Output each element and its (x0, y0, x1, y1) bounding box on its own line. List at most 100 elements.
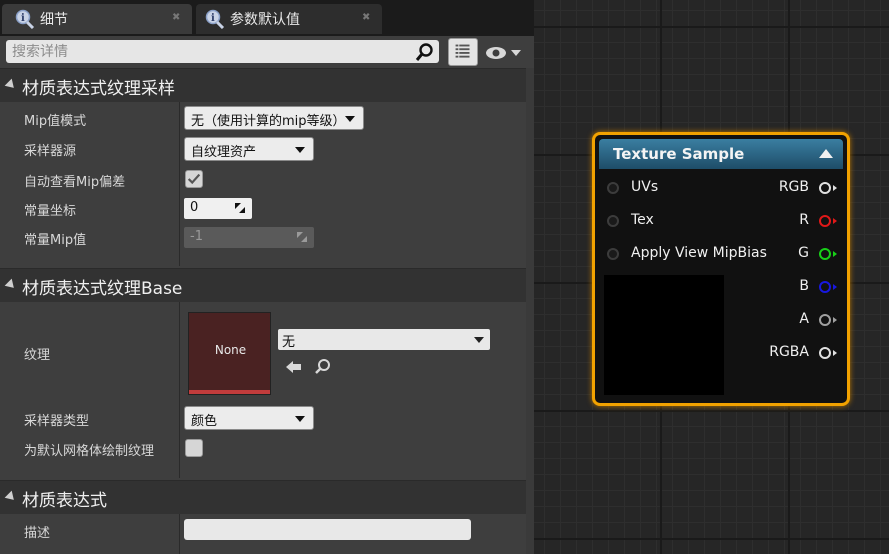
output-pin-b[interactable]: B (757, 278, 837, 298)
drag-handle-icon (235, 203, 245, 213)
search-box (6, 40, 439, 63)
property-row: 为默认网格体绘制纹理 (0, 434, 526, 464)
category-texture-base[interactable]: 材质表达式纹理Base (0, 268, 526, 302)
thumbnail-label: None (214, 343, 247, 357)
pin-arrow-icon (833, 317, 837, 323)
node-header[interactable]: Texture Sample (599, 139, 843, 169)
pin-circle-icon (819, 248, 831, 260)
pin-label: G (798, 245, 809, 261)
property-label: 纹理 (24, 348, 51, 363)
collapse-arrow-icon (4, 490, 18, 504)
svg-text:i: i (21, 13, 25, 24)
collapse-arrow-icon (4, 278, 18, 292)
combo-value: 自纹理资产 (191, 145, 257, 160)
drag-handle-icon (297, 232, 307, 242)
auto-mip-bias-checkbox[interactable] (185, 170, 203, 188)
pin-label: Tex (631, 212, 654, 228)
pin-circle-icon (819, 347, 831, 359)
const-coordinate-input[interactable]: 0 (184, 198, 252, 219)
const-mip-input[interactable]: -1 (184, 227, 314, 248)
category-material-expression[interactable]: 材质表达式 (0, 480, 526, 514)
close-icon[interactable]: ✖ (172, 12, 180, 23)
tab-details[interactable]: i 细节 ✖ (2, 4, 192, 34)
property-label: 自动查看Mip偏差 (24, 175, 126, 190)
output-pin-g[interactable]: G (757, 245, 837, 265)
property-label: 常量坐标 (24, 204, 77, 219)
property-label: 采样器源 (24, 144, 77, 159)
pin-circle-icon (607, 248, 619, 260)
eye-icon (486, 47, 521, 59)
pin-circle-icon (607, 215, 619, 227)
sampler-source-combo[interactable]: 自纹理资产 (184, 137, 314, 161)
dropdown-arrow-icon (474, 337, 484, 343)
pin-circle-icon (819, 215, 831, 227)
number-value: 0 (190, 200, 199, 215)
pin-label: A (799, 311, 809, 327)
pin-circle-icon (819, 281, 831, 293)
node-title: Texture Sample (613, 145, 745, 163)
pin-circle-icon (819, 314, 831, 326)
pin-arrow-icon (833, 218, 837, 224)
tab-parameter-defaults-label: 参数默认值 (230, 12, 300, 28)
pin-label: Apply View MipBias (631, 245, 767, 261)
search-input[interactable] (12, 40, 412, 63)
category-texture-sample[interactable]: 材质表达式纹理采样 (0, 68, 526, 102)
collapse-icon[interactable] (819, 149, 833, 158)
details-icon: i (15, 9, 35, 29)
texture-asset-combo[interactable]: 无 (278, 329, 490, 350)
property-row: Mip值模式 无（使用计算的mip等级） (0, 104, 526, 134)
tab-bar: i 细节 ✖ i 参数默认值 ✖ (0, 0, 534, 36)
texture-preview (604, 275, 724, 395)
property-label: 为默认网格体绘制纹理 (24, 444, 155, 459)
default-mesh-checkbox[interactable] (185, 439, 203, 457)
texture-sample-node[interactable]: Texture Sample UVs Tex Apply View MipBia… (592, 132, 850, 406)
mip-mode-combo[interactable]: 无（使用计算的mip等级） (184, 106, 364, 130)
scrollbar[interactable] (526, 68, 534, 554)
visibility-button[interactable] (484, 42, 524, 64)
view-options-button[interactable] (448, 38, 478, 66)
output-pin-r[interactable]: R (757, 212, 837, 232)
dropdown-arrow-icon (295, 416, 305, 422)
search-icon[interactable] (415, 42, 435, 62)
pin-arrow-icon (833, 251, 837, 257)
collapse-arrow-icon (4, 78, 18, 92)
combo-value: 无（使用计算的mip等级） (191, 114, 346, 129)
pin-label: B (799, 278, 809, 294)
material-editor: i 细节 ✖ i 参数默认值 ✖ 搜索详情 材质表达式纹理采样 Mip值模式 无… (0, 0, 889, 554)
number-value: -1 (190, 229, 203, 244)
dropdown-arrow-icon (295, 147, 305, 153)
list-icon (455, 44, 470, 58)
svg-text:i: i (211, 13, 215, 24)
pin-arrow-icon (833, 284, 837, 290)
property-label: 采样器类型 (24, 414, 90, 429)
tab-details-label: 细节 (40, 12, 68, 28)
dropdown-arrow-icon (345, 116, 355, 122)
use-selected-arrow-icon[interactable] (285, 359, 303, 375)
pin-label: UVs (631, 179, 659, 195)
checkmark-icon (187, 173, 201, 185)
property-row: 采样器类型 颜色 (0, 404, 526, 434)
output-pin-rgba[interactable]: RGBA (757, 344, 837, 364)
combo-value: 无 (282, 335, 296, 350)
pin-label: RGBA (769, 344, 809, 360)
category-title: 材质表达式 (22, 491, 107, 511)
description-field[interactable] (184, 519, 471, 540)
property-label: Mip值模式 (24, 114, 87, 129)
pin-label: RGB (778, 179, 809, 195)
sampler-type-combo[interactable]: 颜色 (184, 406, 314, 430)
pin-circle-icon (819, 182, 831, 194)
pin-label: R (799, 212, 809, 228)
combo-value: 颜色 (191, 414, 218, 429)
tab-parameter-defaults[interactable]: i 参数默认值 ✖ (196, 4, 382, 34)
output-pin-rgb[interactable]: RGB (757, 179, 837, 199)
property-label: 常量Mip值 (24, 233, 87, 248)
property-label: 描述 (24, 526, 51, 541)
details-icon: i (205, 9, 225, 29)
texture-thumbnail[interactable]: None (188, 312, 271, 395)
property-row: 常量坐标 0 (0, 194, 526, 224)
browse-search-icon[interactable] (314, 358, 332, 376)
close-icon[interactable]: ✖ (362, 12, 370, 23)
details-panel: i 细节 ✖ i 参数默认值 ✖ 搜索详情 材质表达式纹理采样 Mip值模式 无… (0, 0, 534, 554)
output-pin-a[interactable]: A (757, 311, 837, 331)
search-row (0, 36, 534, 68)
